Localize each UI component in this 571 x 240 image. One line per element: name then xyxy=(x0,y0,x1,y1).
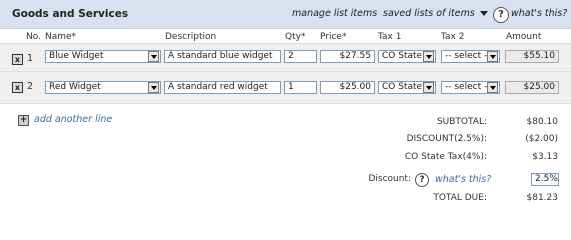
help-icon[interactable]: ? xyxy=(415,173,429,187)
description-input-2[interactable]: A standard red widget xyxy=(164,81,281,94)
item-name-select-1[interactable]: Blue Widget xyxy=(45,50,161,63)
col-qty: Qty* xyxy=(285,32,306,42)
qty-input-1[interactable]: 2 xyxy=(284,50,317,63)
discount-value: ($2.00) xyxy=(525,134,558,144)
section-title: Goods and Services xyxy=(12,8,129,20)
row-number: 2 xyxy=(27,81,34,92)
chevron-down-icon xyxy=(479,11,488,16)
chevron-down-icon[interactable] xyxy=(148,51,159,62)
chevron-down-icon[interactable] xyxy=(423,51,434,62)
col-no: No. xyxy=(26,32,41,42)
price-input-2[interactable]: $25.00 xyxy=(320,81,375,94)
whats-this-link[interactable]: what's this? xyxy=(511,8,567,19)
discount-label: DISCOUNT(2.5%): xyxy=(406,134,487,144)
saved-lists-dropdown[interactable]: saved lists of items xyxy=(383,8,488,19)
total-due-label: TOTAL DUE: xyxy=(433,193,487,203)
chevron-down-icon[interactable] xyxy=(487,82,498,93)
subtotal-value: $80.10 xyxy=(526,117,559,127)
section-header: Goods and Services manage list items sav… xyxy=(0,0,571,29)
discount-input[interactable]: 2.5% xyxy=(531,173,559,186)
manage-list-items-link[interactable]: manage list items xyxy=(292,8,377,19)
plus-icon[interactable]: + xyxy=(18,115,29,126)
remove-row-2-button[interactable]: x xyxy=(12,82,23,93)
discount-whats-this-link[interactable]: what's this? xyxy=(435,174,491,185)
table-row: x 2 Red Widget A standard red widget 1 $… xyxy=(0,71,571,104)
col-description: Description xyxy=(165,32,217,42)
chevron-down-icon[interactable] xyxy=(148,82,159,93)
col-price: Price* xyxy=(320,32,347,42)
col-tax2: Tax 2 xyxy=(441,32,465,42)
row-number: 1 xyxy=(27,53,34,64)
price-input-1[interactable]: $27.55 xyxy=(320,50,375,63)
add-another-line-link[interactable]: add another line xyxy=(34,114,112,125)
col-tax1: Tax 1 xyxy=(378,32,402,42)
item-name-select-2[interactable]: Red Widget xyxy=(45,81,161,94)
saved-lists-label: saved lists of items xyxy=(383,8,475,19)
discount-input-label: Discount: xyxy=(368,174,411,184)
tax-label: CO State Tax(4%): xyxy=(404,152,487,162)
chevron-down-icon[interactable] xyxy=(487,51,498,62)
qty-input-2[interactable]: 1 xyxy=(284,81,317,94)
chevron-down-icon[interactable] xyxy=(423,82,434,93)
subtotal-label: SUBTOTAL: xyxy=(436,117,487,127)
remove-row-1-button[interactable]: x xyxy=(12,54,23,65)
help-icon[interactable]: ? xyxy=(493,7,509,23)
amount-field-1: $55.10 xyxy=(505,50,559,63)
description-input-1[interactable]: A standard blue widget xyxy=(164,50,281,63)
amount-field-2: $25.00 xyxy=(505,81,559,94)
tax-value: $3.13 xyxy=(532,152,558,162)
col-amount: Amount xyxy=(506,32,542,42)
total-due-value: $81.23 xyxy=(526,193,559,203)
col-name: Name* xyxy=(45,32,77,42)
